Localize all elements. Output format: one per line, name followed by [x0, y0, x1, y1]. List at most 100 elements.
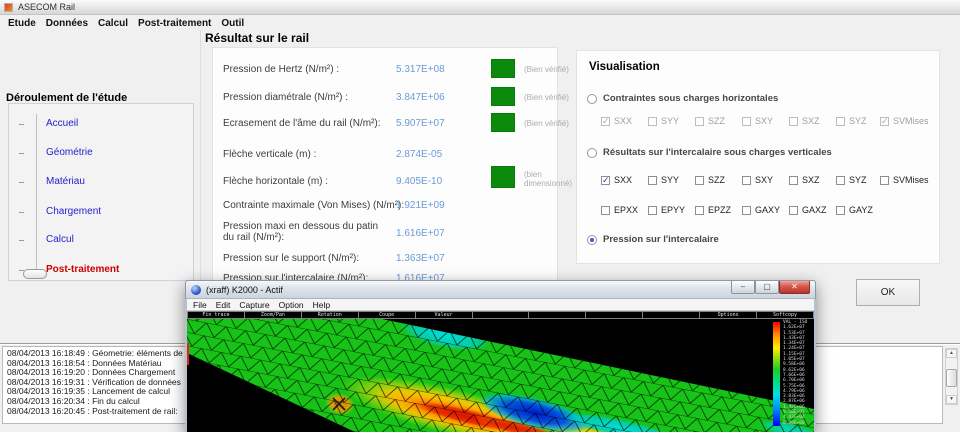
toolbar-empty[interactable]	[529, 311, 586, 319]
toolbar-valeur[interactable]: Valeur	[416, 311, 473, 319]
scroll-up-button[interactable]: ▲	[946, 349, 957, 358]
scroll-down-button[interactable]: ▼	[946, 395, 957, 404]
progress-slider-handle[interactable]	[23, 269, 47, 279]
menu-item-etude[interactable]: Etude	[8, 18, 36, 29]
result-label: Flèche verticale (m) :	[223, 149, 391, 160]
checkbox-h-svmises[interactable]: SVMises	[880, 116, 929, 126]
checkbox-epxx[interactable]: EPXX	[601, 205, 638, 215]
checkbox-i-sxy[interactable]: SXY	[742, 175, 773, 185]
sidebar-item-calcul[interactable]: Calcul	[46, 234, 74, 245]
checkbox-h-sxz[interactable]: SXZ	[789, 116, 820, 126]
checkbox-label: SXY	[755, 175, 773, 185]
k2000-menu-file[interactable]: File	[193, 300, 207, 310]
checkbox-box	[836, 206, 845, 215]
checkbox-i-sxz[interactable]: SXZ	[789, 175, 820, 185]
menu-item-post-traitement[interactable]: Post-traitement	[138, 18, 211, 29]
checkbox-h-syz[interactable]: SYZ	[836, 116, 867, 126]
toolbar-coupe[interactable]: Coupe	[359, 311, 416, 319]
radio-pression-intercalaire[interactable]: Pression sur l'intercalaire	[587, 234, 719, 245]
toolbar-empty[interactable]	[643, 311, 700, 319]
checkbox-box	[601, 176, 610, 185]
k2000-viewport[interactable]: VAL - ISO 1.62E+07 1.53E+07 1.43E+07 1.3…	[187, 319, 814, 432]
close-button[interactable]: ✕	[779, 281, 810, 294]
checkbox-i-svmises[interactable]: SVMises	[880, 175, 929, 185]
sidebar-item-post-traitement[interactable]: Post-traitement	[46, 264, 119, 275]
toolbar-empty[interactable]	[586, 311, 643, 319]
result-label: Flèche horizontale (m) :	[223, 176, 391, 187]
checkbox-label: SYZ	[849, 175, 867, 185]
maximize-button[interactable]: ▢	[755, 281, 779, 294]
checkbox-box	[695, 176, 704, 185]
k2000-window: (xraff) K2000 - Actif – ▢ ✕ File Edit Ca…	[185, 280, 816, 432]
checkbox-i-sxx[interactable]: SXX	[601, 175, 632, 185]
toolbar-fin-trace[interactable]: Fin trace	[187, 311, 245, 319]
result-value: 1.921E+09	[396, 200, 445, 211]
fem-mesh-plot	[187, 319, 814, 432]
checkbox-epyy[interactable]: EPYY	[648, 205, 685, 215]
toolbar-zoom-pan[interactable]: Zoom/Pan	[245, 311, 302, 319]
radio-circle	[587, 94, 597, 104]
result-value: 9.405E-10	[396, 176, 442, 187]
sidebar-item-accueil[interactable]: Accueil	[46, 118, 78, 129]
checkbox-label: SXY	[755, 116, 773, 126]
menu-item-calcul[interactable]: Calcul	[98, 18, 128, 29]
checkbox-label: SYY	[661, 116, 679, 126]
step-marker	[19, 182, 24, 183]
checkbox-box	[648, 206, 657, 215]
page-title: Résultat sur le rail	[205, 31, 309, 45]
k2000-menu-edit[interactable]: Edit	[216, 300, 231, 310]
k2000-caption-buttons: – ▢ ✕	[731, 281, 810, 294]
k2000-menu-option[interactable]: Option	[279, 300, 304, 310]
result-label: Ecrasement de l'âme du rail (N/m²):	[223, 118, 391, 129]
toolbar-options[interactable]: Options	[700, 311, 757, 319]
menu-item-donnees[interactable]: Données	[46, 18, 88, 29]
checkbox-label: GAYZ	[849, 205, 873, 215]
ok-button[interactable]: OK	[856, 279, 920, 306]
result-value: 2.874E-05	[396, 149, 442, 160]
checkbox-epzz[interactable]: EPZZ	[695, 205, 731, 215]
k2000-menu-capture[interactable]: Capture	[239, 300, 269, 310]
checkbox-gaxy[interactable]: GAXY	[742, 205, 780, 215]
k2000-title: (xraff) K2000 - Actif	[206, 285, 283, 295]
status-indicator-green	[491, 87, 515, 106]
checkbox-h-szz[interactable]: SZZ	[695, 116, 725, 126]
checkbox-h-syy[interactable]: SYY	[648, 116, 679, 126]
radio-resultats-intercalaire[interactable]: Résultats sur l'intercalaire sous charge…	[587, 147, 832, 158]
checkbox-i-syz[interactable]: SYZ	[836, 175, 867, 185]
checkbox-label: SVMises	[893, 175, 929, 185]
k2000-menu-help[interactable]: Help	[313, 300, 330, 310]
result-label: Pression diamétrale (N/m²) :	[223, 92, 391, 103]
sidebar-item-materiau[interactable]: Matériau	[46, 176, 85, 187]
checkbox-gaxz[interactable]: GAXZ	[789, 205, 827, 215]
checkbox-box	[695, 117, 704, 126]
checkbox-gayz[interactable]: GAYZ	[836, 205, 873, 215]
checkbox-box	[695, 206, 704, 215]
checkbox-box	[742, 117, 751, 126]
sidebar-item-chargement[interactable]: Chargement	[46, 206, 101, 217]
checkbox-i-syy[interactable]: SYY	[648, 175, 679, 185]
checkbox-label: SXX	[614, 116, 632, 126]
status-text: (Bien vérifié)	[524, 65, 580, 74]
k2000-titlebar[interactable]: (xraff) K2000 - Actif – ▢ ✕	[185, 280, 816, 299]
checkbox-h-sxx[interactable]: SXX	[601, 116, 632, 126]
checkbox-h-sxy[interactable]: SXY	[742, 116, 773, 126]
scroll-thumb[interactable]	[946, 369, 957, 387]
checkbox-box	[648, 117, 657, 126]
checkbox-label: SVMises	[893, 116, 929, 126]
checkbox-i-szz[interactable]: SZZ	[695, 175, 725, 185]
menu-item-outil[interactable]: Outil	[221, 18, 244, 29]
result-value: 5.907E+07	[396, 118, 445, 129]
checkbox-box	[880, 176, 889, 185]
toolbar-softcopy[interactable]: Softcopy	[757, 311, 814, 319]
toolbar-empty[interactable]	[473, 311, 530, 319]
app-titlebar: ASECOM Rail	[0, 0, 960, 15]
log-scrollbar[interactable]: ▲ ▼	[945, 348, 958, 405]
k2000-menubar: File Edit Capture Option Help	[187, 299, 814, 311]
checkbox-label: SXZ	[802, 175, 820, 185]
step-marker	[19, 153, 24, 154]
sidebar-item-geometrie[interactable]: Géométrie	[46, 147, 93, 158]
radio-contraintes-horizontales[interactable]: Contraintes sous charges horizontales	[587, 93, 778, 104]
minimize-button[interactable]: –	[731, 281, 755, 294]
result-value: 5.317E+08	[396, 64, 445, 75]
toolbar-rotation[interactable]: Rotation	[302, 311, 359, 319]
